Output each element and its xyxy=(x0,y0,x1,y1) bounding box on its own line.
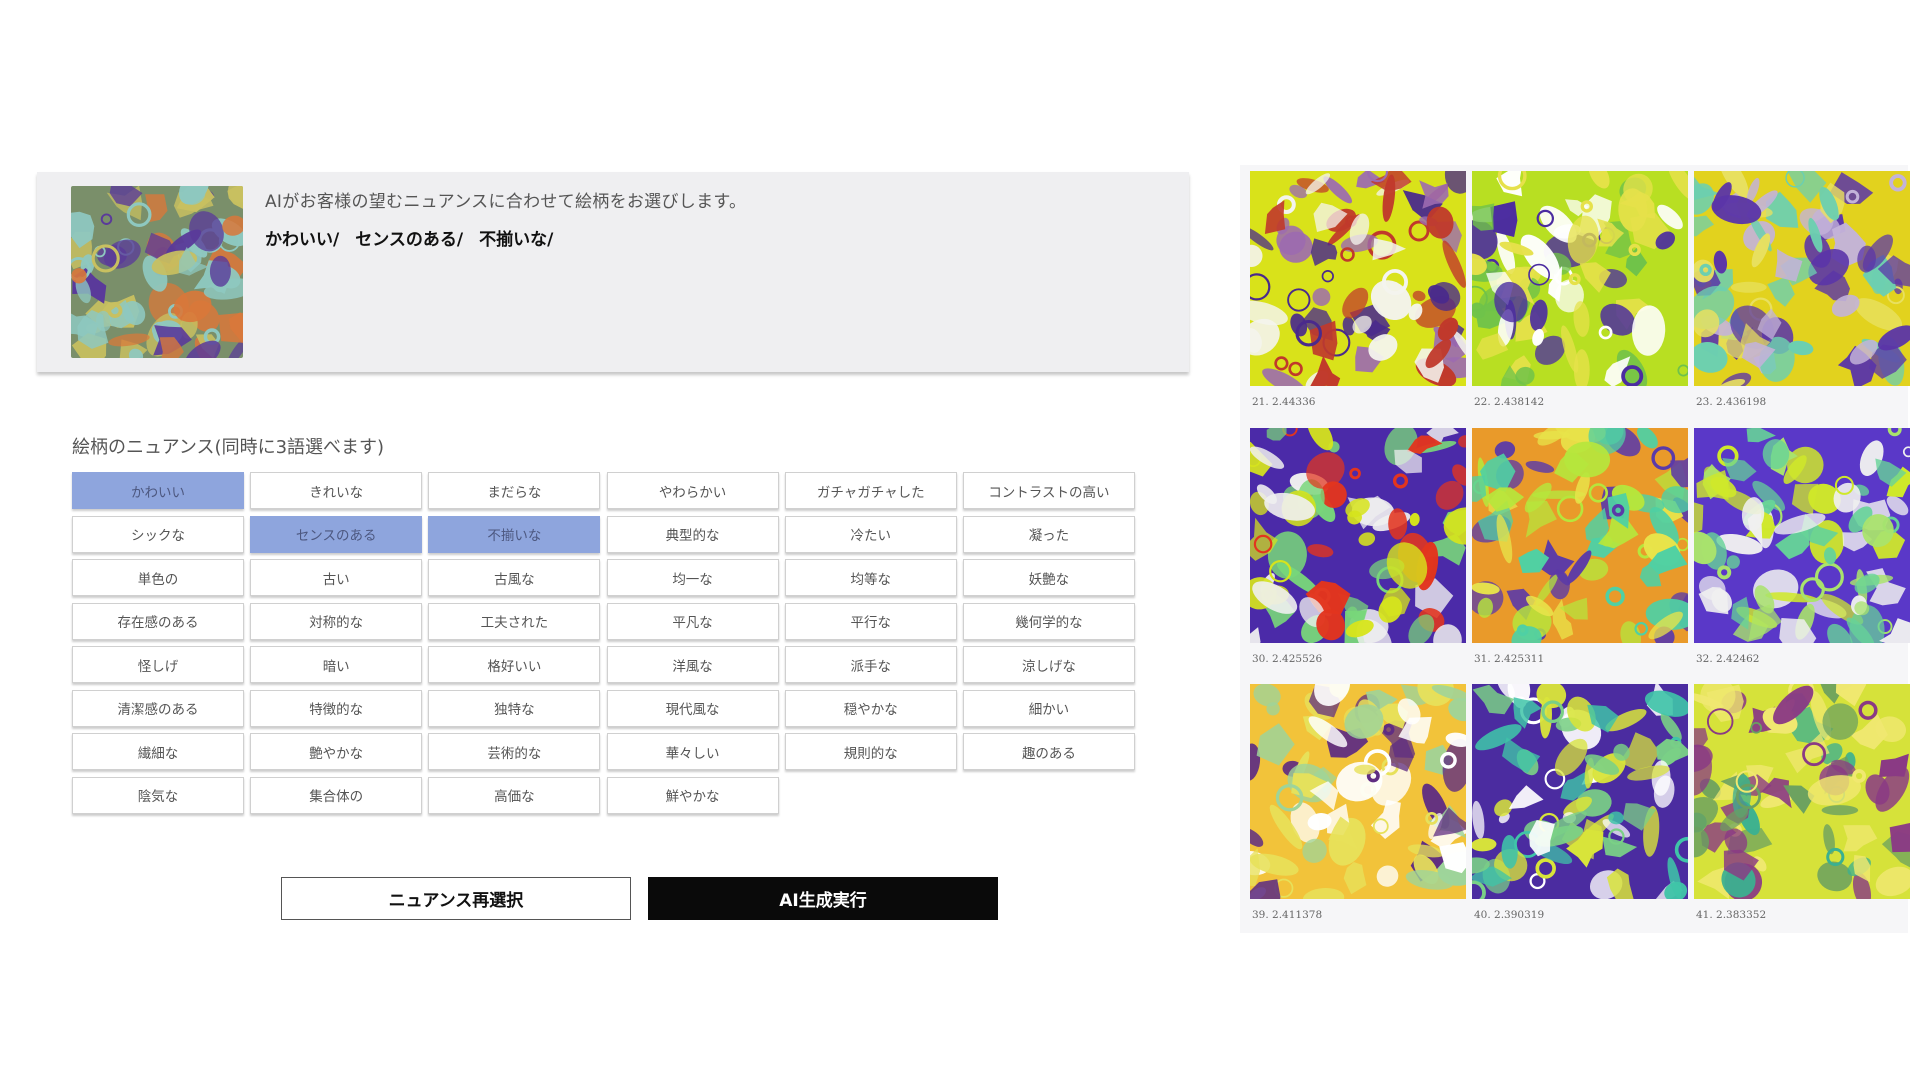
result-tile[interactable]: 23. 2.436198 xyxy=(1694,171,1912,408)
result-tile[interactable]: 30. 2.425526 xyxy=(1250,428,1468,665)
nuance-option-button[interactable]: 典型的な xyxy=(606,515,779,553)
nuance-option-button[interactable]: 単色の xyxy=(72,559,244,596)
pattern-thumbnail xyxy=(71,186,243,358)
nuance-option-button[interactable]: シックな xyxy=(72,515,244,553)
nuance-option-button[interactable]: 均等な xyxy=(784,559,957,596)
nuance-option-button[interactable]: 穏やかな xyxy=(784,689,957,727)
selected-tag: 不揃いな/ xyxy=(479,230,554,250)
nuance-option-button[interactable]: 独特な xyxy=(428,689,601,727)
result-tile[interactable]: 39. 2.411378 xyxy=(1250,684,1468,921)
nuance-option-button[interactable]: 平行な xyxy=(784,602,957,640)
result-caption: 21. 2.44336 xyxy=(1252,396,1316,408)
nuance-option-button[interactable]: 高価な xyxy=(428,776,601,814)
result-tile[interactable]: 40. 2.390319 xyxy=(1472,684,1690,921)
nuance-option-button[interactable]: 暗い xyxy=(250,646,423,683)
result-caption: 30. 2.425526 xyxy=(1252,653,1323,665)
nuance-option-button[interactable]: 平凡な xyxy=(606,602,779,640)
pattern-image[interactable] xyxy=(1472,684,1688,899)
nuance-option-button[interactable]: センスのある xyxy=(250,515,423,553)
nuance-option-button[interactable]: 派手な xyxy=(784,646,957,683)
selected-tag: センスのある/ xyxy=(355,230,464,250)
results-gallery: 21. 2.44336 22. 2.438142 23. 2.436198 30. 2… xyxy=(1240,165,1910,933)
nuance-option-button[interactable]: 艶やかな xyxy=(250,733,423,770)
result-tile[interactable]: 31. 2.425311 xyxy=(1472,428,1690,665)
nuance-option-button[interactable]: 細かい xyxy=(962,689,1135,727)
nuance-option-button[interactable]: 古い xyxy=(250,559,423,596)
nuance-option-button[interactable]: 陰気な xyxy=(72,776,244,814)
result-tile[interactable]: 21. 2.44336 xyxy=(1250,171,1468,408)
result-caption: 22. 2.438142 xyxy=(1474,396,1545,408)
nuance-option-button[interactable]: 特徴的な xyxy=(250,689,423,727)
result-tile[interactable]: 32. 2.42462 xyxy=(1694,428,1912,665)
nuance-option-button[interactable]: 妖艶な xyxy=(962,559,1135,596)
nuance-option-button[interactable]: 古風な xyxy=(428,559,601,596)
nuance-option-button[interactable]: 規則的な xyxy=(784,733,957,770)
nuance-option-button[interactable]: 芸術的な xyxy=(428,733,601,770)
nuance-section-title: 絵柄のニュアンス(同時に3語選べます) xyxy=(72,437,385,458)
selection-summary-panel: AIがお客様の望むニュアンスに合わせて絵柄をお選びします。 かわいい/ センスの… xyxy=(37,172,1189,372)
result-caption: 32. 2.42462 xyxy=(1696,653,1760,665)
nuance-option-button[interactable]: 均一な xyxy=(606,559,779,596)
nuance-option-button[interactable]: かわいい xyxy=(72,472,244,509)
nuance-option-button[interactable]: 鮮やかな xyxy=(606,776,779,814)
nuance-option-button[interactable]: 存在感のある xyxy=(72,602,244,640)
nuance-option-button[interactable]: 工夫された xyxy=(428,602,601,640)
nuance-option-button[interactable]: 清潔感のある xyxy=(72,689,244,727)
nuance-option-button[interactable]: 幾何学的な xyxy=(962,602,1135,640)
nuance-option-button[interactable]: 格好いい xyxy=(428,646,601,683)
nuance-option-button[interactable]: 華々しい xyxy=(606,733,779,770)
nuance-option-button[interactable]: きれいな xyxy=(250,472,423,509)
nuance-option-button[interactable]: やわらかい xyxy=(606,472,779,509)
pattern-image[interactable] xyxy=(1472,171,1688,386)
result-caption: 31. 2.425311 xyxy=(1474,653,1545,665)
pattern-image[interactable] xyxy=(1694,171,1910,386)
result-caption: 23. 2.436198 xyxy=(1696,396,1767,408)
pattern-image[interactable] xyxy=(1250,428,1466,643)
nuance-option-button[interactable]: 不揃いな xyxy=(428,515,601,553)
pattern-image[interactable] xyxy=(1472,428,1688,643)
nuance-option-button[interactable]: 対称的な xyxy=(250,602,423,640)
nuance-option-button[interactable]: 趣のある xyxy=(962,733,1135,770)
nuance-option-button[interactable]: ガチャガチャした xyxy=(784,472,957,509)
ai-generate-button[interactable]: AI生成実行 xyxy=(648,877,998,920)
result-caption: 41. 2.383352 xyxy=(1696,909,1767,921)
pattern-image[interactable] xyxy=(1250,171,1466,386)
result-caption: 39. 2.411378 xyxy=(1252,909,1323,921)
nuance-option-button[interactable]: 現代風な xyxy=(606,689,779,727)
nuance-option-button[interactable]: 集合体の xyxy=(250,776,423,814)
nuance-option-button[interactable]: コントラストの高い xyxy=(962,472,1135,509)
result-caption: 40. 2.390319 xyxy=(1474,909,1545,921)
nuance-option-button[interactable]: 繊細な xyxy=(72,733,244,770)
header-description: AIがお客様の望むニュアンスに合わせて絵柄をお選びします。 xyxy=(265,192,747,212)
reselect-nuance-button[interactable]: ニュアンス再選択 xyxy=(281,877,631,920)
result-tile[interactable]: 41. 2.383352 xyxy=(1694,684,1912,921)
nuance-option-button[interactable]: 怪しげ xyxy=(72,646,244,683)
nuance-option-button[interactable]: 洋風な xyxy=(606,646,779,683)
selected-tag: かわいい/ xyxy=(265,230,340,250)
selected-tags: かわいい/ センスのある/ 不揃いな/ xyxy=(265,225,553,250)
pattern-image[interactable] xyxy=(1694,684,1910,899)
nuance-option-button[interactable]: まだらな xyxy=(428,472,601,509)
result-tile[interactable]: 22. 2.438142 xyxy=(1472,171,1690,408)
pattern-image[interactable] xyxy=(1250,684,1466,899)
pattern-image[interactable] xyxy=(1694,428,1910,643)
nuance-option-button[interactable]: 凝った xyxy=(962,515,1135,553)
nuance-option-button[interactable]: 涼しげな xyxy=(962,646,1135,683)
nuance-option-grid: かわいい きれいな まだらな やわらかい ガチャガチャした コントラストの高いシックな セン… xyxy=(72,472,1135,814)
nuance-option-button[interactable]: 冷たい xyxy=(784,515,957,553)
